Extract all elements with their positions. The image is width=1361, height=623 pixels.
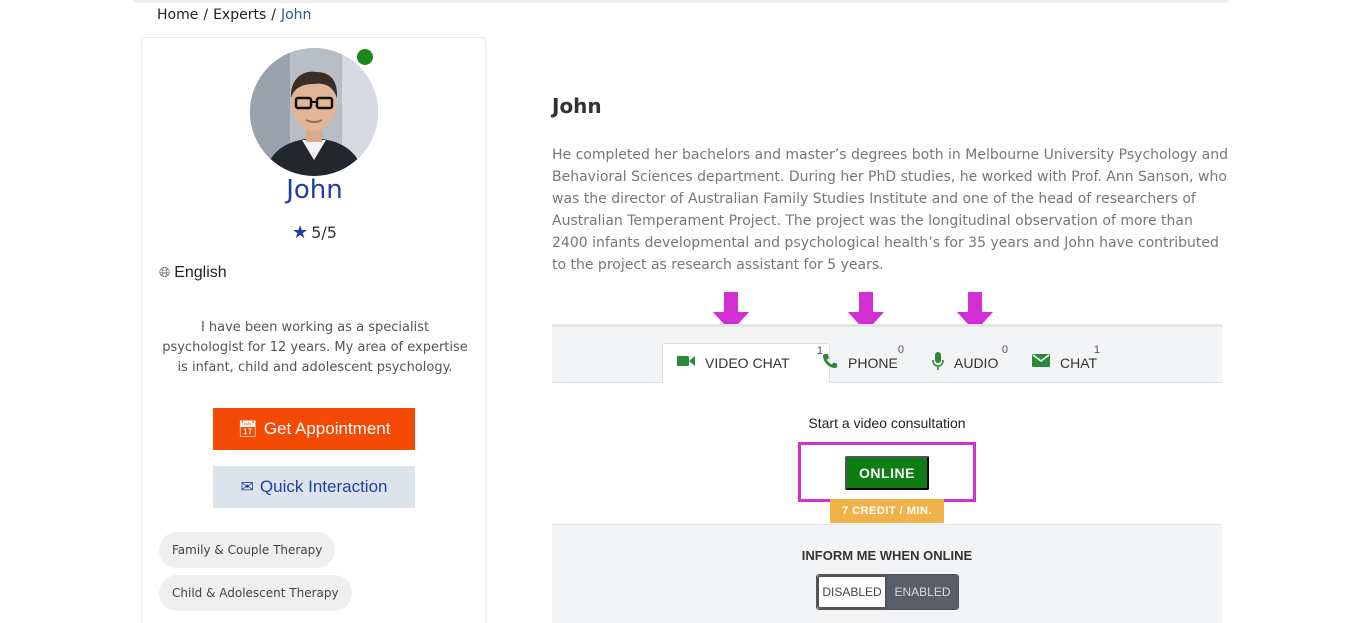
star-icon: ★ bbox=[292, 222, 309, 243]
avatar-container bbox=[250, 46, 378, 176]
quick-interaction-button[interactable]: ✉ Quick Interaction bbox=[213, 466, 415, 508]
breadcrumb-home[interactable]: Home bbox=[157, 7, 198, 23]
channel-tabs: VIDEO CHAT 1 PHONE 0 AUDIO 0 CHAT 1 bbox=[552, 327, 1222, 383]
start-consultation-text: Start a video consultation bbox=[808, 415, 966, 431]
expert-description: He completed her bachelors and master’s … bbox=[552, 147, 1229, 273]
tab-phone[interactable]: PHONE 0 bbox=[822, 343, 922, 383]
language: 🌐︎ English bbox=[159, 264, 227, 282]
breadcrumb-current: John bbox=[280, 7, 312, 23]
language-label: English bbox=[174, 264, 227, 281]
notify-toggle[interactable]: DISABLED ENABLED bbox=[816, 574, 959, 610]
get-appointment-button[interactable]: 📅︎ Get Appointment bbox=[213, 408, 415, 450]
tab-phone-label: PHONE bbox=[848, 355, 898, 371]
breadcrumb-separator: / bbox=[203, 7, 209, 23]
globe-icon: 🌐︎ bbox=[159, 264, 171, 280]
expert-bio: I have been working as a specialist psyc… bbox=[162, 320, 468, 375]
tab-chat-count: 1 bbox=[1093, 344, 1100, 356]
tab-video-chat-label: VIDEO CHAT bbox=[705, 355, 790, 371]
expert-name: John bbox=[286, 175, 343, 205]
envelope-icon: ✉ bbox=[240, 479, 254, 496]
tab-video-chat[interactable]: VIDEO CHAT 1 bbox=[662, 343, 830, 383]
tab-audio[interactable]: AUDIO 0 bbox=[932, 343, 1022, 383]
phone-icon bbox=[822, 353, 838, 374]
online-button[interactable]: ONLINE bbox=[845, 456, 929, 490]
specialty-tag[interactable]: Family & Couple Therapy bbox=[159, 532, 336, 568]
tab-chat[interactable]: CHAT 1 bbox=[1032, 343, 1122, 383]
breadcrumb: Home / Experts / John bbox=[157, 7, 311, 23]
top-divider bbox=[133, 0, 1228, 3]
quick-interaction-label: Quick Interaction bbox=[259, 477, 388, 496]
calendar-icon: 📅︎ bbox=[237, 421, 258, 438]
expert-profile-card: John ★ 5/5 🌐︎ English I have been working … bbox=[141, 37, 486, 623]
toggle-option-disabled[interactable]: DISABLED bbox=[817, 575, 887, 609]
video-chat-tab-panel: Start a video consultation ONLINE 7 CRED… bbox=[552, 383, 1222, 525]
rating: ★ 5/5 bbox=[142, 222, 487, 243]
credit-rate-badge: 7 CREDIT / MIN. bbox=[830, 499, 944, 523]
online-status-dot bbox=[354, 46, 376, 68]
consultation-channel-panel: VIDEO CHAT 1 PHONE 0 AUDIO 0 CHAT 1 Star… bbox=[552, 324, 1222, 623]
avatar-photo bbox=[250, 48, 378, 176]
detail-expert-name: John bbox=[552, 94, 602, 118]
breadcrumb-experts[interactable]: Experts bbox=[213, 7, 266, 23]
envelope-icon bbox=[1032, 354, 1050, 372]
toggle-option-enabled[interactable]: ENABLED bbox=[887, 575, 958, 609]
video-camera-icon bbox=[677, 354, 695, 372]
rating-value: 5/5 bbox=[311, 223, 337, 242]
specialty-tag[interactable]: Child & Adolescent Therapy bbox=[159, 575, 352, 611]
tab-chat-label: CHAT bbox=[1060, 355, 1098, 371]
get-appointment-label: Get Appointment bbox=[263, 419, 391, 438]
tab-audio-count: 0 bbox=[1001, 344, 1008, 356]
microphone-icon bbox=[932, 351, 944, 375]
tab-phone-count: 0 bbox=[897, 344, 904, 356]
breadcrumb-separator: / bbox=[271, 7, 276, 23]
inform-when-online-label: INFORM ME WHEN ONLINE bbox=[801, 548, 973, 563]
tab-audio-label: AUDIO bbox=[954, 355, 999, 371]
avatar bbox=[250, 48, 378, 176]
